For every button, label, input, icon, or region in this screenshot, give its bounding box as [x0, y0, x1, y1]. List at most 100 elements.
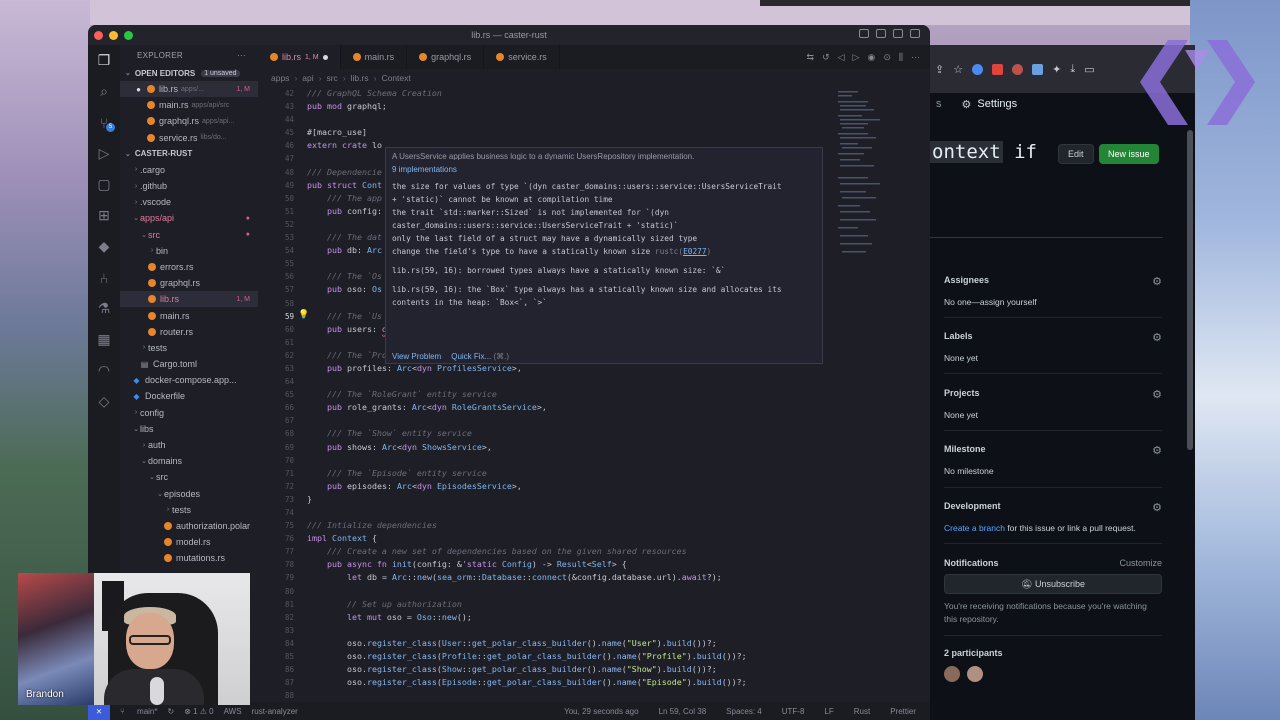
folder-item[interactable]: › tests [120, 502, 258, 518]
new-issue-button[interactable]: New issue [1099, 144, 1159, 164]
explorer-icon[interactable]: ❐ [88, 45, 120, 76]
file-item[interactable]: router.rs [120, 324, 258, 340]
share-icon[interactable]: ⇪ [935, 63, 944, 76]
aws-status[interactable]: AWS [224, 707, 242, 716]
open-editor-item[interactable]: graphql.rs apps/api... [120, 113, 258, 129]
source-control-icon[interactable]: ⑂ 5 [88, 107, 120, 138]
gear-icon[interactable]: ⚙ [1152, 331, 1162, 344]
testing-icon[interactable]: ⚗ [88, 293, 120, 324]
folder-item[interactable]: › config [120, 405, 258, 421]
folder-item[interactable]: ⌄ src ● [120, 227, 258, 243]
more-tab-actions-icon[interactable]: ··· [911, 52, 920, 62]
problems-status[interactable]: ⊗ 1 ⚠ 0 [184, 707, 213, 716]
toggle-sidebar-icon[interactable] [859, 29, 869, 38]
tab-service-rs[interactable]: service.rs [484, 45, 560, 69]
breadcrumb-item[interactable]: apps [271, 73, 289, 83]
timeline-icon[interactable]: ↺ [822, 52, 830, 63]
avatar[interactable] [944, 666, 960, 682]
language-mode[interactable]: Rust [854, 707, 870, 716]
file-item[interactable]: model.rs [120, 534, 258, 550]
related-borrowed[interactable]: lib.rs(59, 16): borrowed types always ha… [392, 264, 816, 277]
folder-item[interactable]: › tests [120, 340, 258, 356]
more-actions-icon[interactable]: ··· [237, 51, 246, 60]
customize-link[interactable]: Customize [1119, 558, 1162, 568]
assignees-value[interactable]: No one—assign yourself [944, 297, 1162, 307]
file-item[interactable]: main.rs [120, 307, 258, 323]
error-code-link[interactable]: E0277 [683, 247, 706, 256]
open-changes-icon[interactable]: ⊙ [883, 52, 891, 63]
avatar[interactable] [967, 666, 984, 682]
quick-fix-link[interactable]: Quick Fix... (⌘.) [451, 352, 509, 361]
tab-main-rs[interactable]: main.rs [341, 45, 408, 69]
breadcrumb-item[interactable]: api [302, 73, 313, 83]
breadcrumb-item[interactable]: Context [381, 73, 410, 83]
next-change-icon[interactable]: ▷ [853, 52, 860, 63]
bookmark-star-icon[interactable]: ☆ [953, 63, 963, 76]
gear-icon[interactable]: ⚙ [1152, 275, 1162, 288]
git-graph-icon[interactable]: ⑃ [88, 262, 120, 293]
prettier-status[interactable]: Prettier [890, 707, 916, 716]
edit-button[interactable]: Edit [1058, 144, 1094, 164]
breadcrumb-item[interactable]: src [326, 73, 337, 83]
grid-extension-icon[interactable] [1032, 63, 1044, 75]
breadcrumb-item[interactable]: lib.rs [351, 73, 369, 83]
browser-scrollbar[interactable] [1187, 130, 1193, 450]
ghost-extension-icon[interactable] [1012, 63, 1024, 75]
open-editor-item[interactable]: main.rs apps/api/src [120, 97, 258, 113]
cursor-position[interactable]: Ln 59, Col 38 [659, 707, 707, 716]
tab-settings[interactable]: Settings [977, 98, 1017, 110]
file-item[interactable]: lib.rs 1, M [120, 291, 258, 308]
run-debug-icon[interactable]: ▷ [88, 138, 120, 169]
folder-item[interactable]: ⌄ src [120, 469, 258, 485]
database-icon[interactable]: ▦ [88, 324, 120, 355]
implementations-link[interactable]: 9 implementations [392, 165, 816, 174]
open-editors-header[interactable]: ⌄ OPEN EDITORS 1 unsaved [120, 65, 258, 81]
sync-icon[interactable]: ↻ [167, 707, 174, 716]
docker-icon[interactable]: ◆ [88, 231, 120, 262]
file-item[interactable]: ◆ docker-compose.app... [120, 372, 258, 388]
sidebar-toggle-icon[interactable]: ▭ [1084, 63, 1094, 76]
line-endings[interactable]: LF [824, 707, 833, 716]
extension-icon[interactable] [972, 63, 984, 75]
indentation[interactable]: Spaces: 4 [726, 707, 762, 716]
open-editor-item[interactable]: service.rs libs/do... [120, 130, 258, 146]
minimap[interactable] [828, 87, 920, 702]
folder-item[interactable]: › .vscode [120, 194, 258, 210]
toggle-panel-icon[interactable] [876, 29, 886, 38]
search-icon[interactable]: ⌕ [88, 76, 120, 107]
gear-icon[interactable]: ⚙ [1152, 501, 1162, 514]
prev-change-icon[interactable]: ◁ [838, 52, 845, 63]
split-editor-icon[interactable]: ⫼ [899, 52, 903, 63]
folder-item[interactable]: › auth [120, 437, 258, 453]
gear-icon[interactable]: ⚙ [1152, 388, 1162, 401]
folder-item[interactable]: ⌄ apps/api ● [120, 210, 258, 226]
bookmark-icon[interactable]: ◇ [88, 386, 120, 417]
view-problem-link[interactable]: View Problem [392, 352, 441, 361]
remote-explorer-icon[interactable]: ▢ [88, 169, 120, 200]
git-lens-icon[interactable]: ◉ [867, 52, 875, 63]
file-item[interactable]: errors.rs [120, 259, 258, 275]
blame-status[interactable]: You, 29 seconds ago [564, 707, 638, 716]
compare-icon[interactable]: ⇆ [807, 52, 815, 63]
encoding[interactable]: UTF-8 [782, 707, 805, 716]
file-item[interactable]: ◆ Dockerfile [120, 388, 258, 404]
extensions-puzzle-icon[interactable]: ✦ [1052, 63, 1061, 76]
download-icon[interactable]: ⤓ [1070, 63, 1075, 76]
toggle-secondary-sidebar-icon[interactable] [893, 29, 903, 38]
customize-layout-icon[interactable] [910, 29, 920, 38]
related-box-1[interactable]: lib.rs(59, 16): the `Box` type always ha… [392, 283, 816, 296]
file-item[interactable]: mutations.rs [120, 550, 258, 566]
folder-item[interactable]: › bin [120, 243, 258, 259]
branch-status[interactable]: ⑂ main* [120, 707, 157, 716]
folder-item[interactable]: › .cargo [120, 162, 258, 178]
gear-icon[interactable]: ⚙ [1152, 444, 1162, 457]
file-item[interactable]: ▤ Cargo.toml [120, 356, 258, 372]
unsubscribe-button[interactable]: 🔕︎ Unsubscribe [944, 574, 1162, 594]
folder-item[interactable]: ⌄ domains [120, 453, 258, 469]
workspace-header[interactable]: ⌄ CASTER-RUST [120, 146, 258, 162]
tab-lib-rs[interactable]: lib.rs 1, M [258, 45, 341, 69]
folder-item[interactable]: ⌄ libs [120, 421, 258, 437]
extensions-icon[interactable]: ⊞ [88, 200, 120, 231]
file-item[interactable]: authorization.polar [120, 518, 258, 534]
rust-analyzer-status[interactable]: rust-analyzer [252, 707, 298, 716]
